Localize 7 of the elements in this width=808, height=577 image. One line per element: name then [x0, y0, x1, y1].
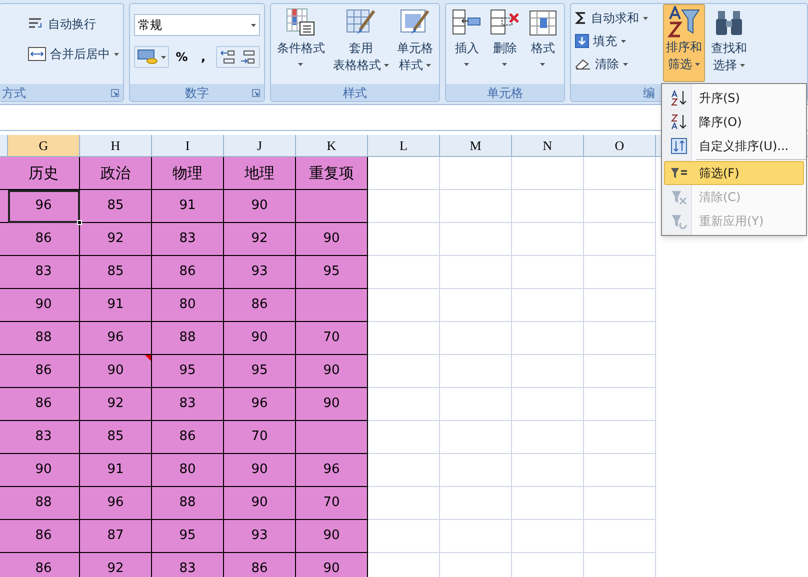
group-label: 样式 [342, 84, 367, 102]
menu-item: 清除(C) [664, 185, 804, 209]
menu-item: 重新应用(Y) [664, 209, 804, 233]
group-label: 编 [642, 84, 655, 102]
group-label: 数字 [184, 84, 209, 102]
group-label: 单元格 [486, 84, 523, 102]
group-label: 方式 [2, 84, 26, 102]
